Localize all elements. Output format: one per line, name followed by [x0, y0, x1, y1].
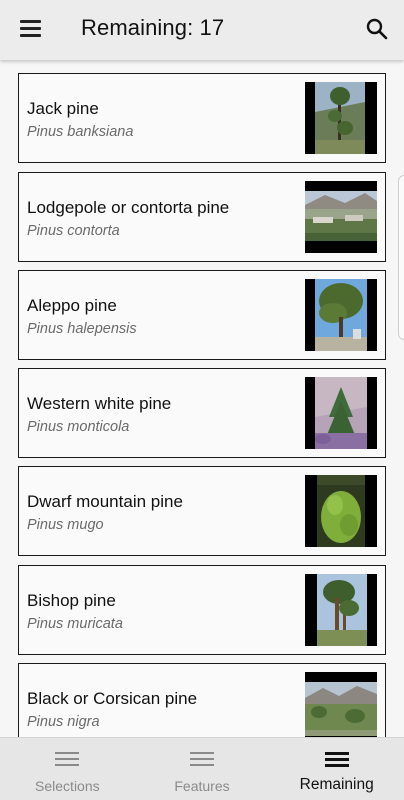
species-latin-name: Pinus mugo — [27, 517, 104, 533]
species-latin-name: Pinus halepensis — [27, 321, 137, 337]
species-card-bishop-pine[interactable]: Bishop pine Pinus muricata — [18, 565, 386, 655]
nav-label: Selections — [35, 778, 100, 794]
species-card-dwarf-mountain-pine[interactable]: Dwarf mountain pine Pinus mugo — [18, 466, 386, 556]
species-common-name: Jack pine — [27, 99, 99, 118]
species-card-jack-pine[interactable]: Jack pine Pinus banksiana — [18, 73, 386, 163]
species-latin-name: Pinus nigra — [27, 714, 100, 730]
species-latin-name: Pinus contorta — [27, 223, 120, 239]
species-thumbnail — [305, 672, 377, 737]
species-card-lodgepole-pine[interactable]: Lodgepole or contorta pine Pinus contort… — [18, 172, 386, 262]
species-latin-name: Pinus muricata — [27, 616, 123, 632]
species-common-name: Lodgepole or contorta pine — [27, 198, 230, 217]
species-thumbnail — [305, 475, 377, 547]
species-latin-name: Pinus monticola — [27, 419, 130, 435]
species-common-name: Dwarf mountain pine — [27, 492, 183, 511]
list-icon — [55, 752, 80, 768]
species-common-name: Black or Corsican pine — [27, 689, 198, 708]
species-common-name: Western white pine — [27, 394, 172, 413]
nav-label: Remaining — [299, 776, 374, 793]
species-card-western-white-pine[interactable]: Western white pine Pinus monticola — [18, 368, 386, 458]
species-common-name: Aleppo pine — [27, 296, 117, 315]
nav-features[interactable]: Features — [135, 738, 270, 800]
species-card-aleppo-pine[interactable]: Aleppo pine Pinus halepensis — [18, 270, 386, 360]
species-thumbnail — [305, 574, 377, 646]
species-thumbnail — [305, 279, 377, 351]
list-icon — [324, 752, 349, 768]
nav-selections[interactable]: Selections — [0, 738, 135, 800]
species-thumbnail — [305, 82, 377, 154]
bottom-navigation: Selections Features Remaining — [0, 737, 404, 800]
app-screen: Remaining: 17 Jack pine Pinus banksiana — [0, 0, 404, 800]
species-common-name: Bishop pine — [27, 591, 116, 610]
species-thumbnail — [305, 181, 377, 253]
hamburger-menu-icon[interactable] — [18, 17, 46, 41]
top-app-bar: Remaining: 17 — [0, 0, 404, 60]
species-latin-name: Pinus banksiana — [27, 124, 134, 140]
species-list: Jack pine Pinus banksiana Lodgepole or c… — [0, 60, 404, 737]
search-icon[interactable] — [364, 16, 390, 42]
scroll-handle[interactable] — [398, 175, 404, 340]
species-card-black-pine[interactable]: Black or Corsican pine Pinus nigra — [18, 663, 386, 737]
species-thumbnail — [305, 377, 377, 449]
nav-label: Features — [174, 778, 230, 794]
nav-remaining[interactable]: Remaining — [269, 738, 404, 800]
page-title: Remaining: 17 — [81, 15, 225, 40]
list-icon — [190, 752, 214, 768]
